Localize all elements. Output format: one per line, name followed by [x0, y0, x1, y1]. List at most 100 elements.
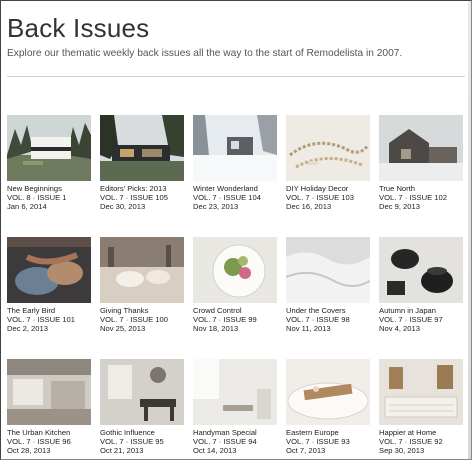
issue-date: Dec 30, 2013 [100, 202, 146, 211]
issue-volume: VOL. 8 · ISSUE 1 [7, 193, 67, 202]
issue-thumbnail[interactable] [100, 359, 184, 425]
page-subtitle: Explore our thematic weekly back issues … [7, 48, 403, 60]
bed-linens-image [286, 237, 370, 303]
issue-thumbnail[interactable] [286, 359, 370, 425]
issue-thumbnail[interactable] [193, 115, 277, 181]
snowy-cabin-image [193, 115, 277, 181]
issue-caption: Editors' Picks: 2013 VOL. 7 · ISSUE 105 … [100, 184, 184, 211]
issue-title-link[interactable]: Handyman Special [193, 428, 277, 437]
issue-date: Oct 21, 2013 [100, 446, 144, 455]
back-issues-page: Back Issues Explore our thematic weekly … [0, 0, 472, 460]
issue-title-link[interactable]: Winter Wonderland [193, 184, 277, 193]
issue-card[interactable]: Happier at Home VOL. 7 · ISSUE 92 Sep 30… [379, 359, 463, 459]
issue-volume: VOL. 7 · ISSUE 93 [286, 437, 350, 446]
knitting-hands-image [7, 237, 91, 303]
issue-card[interactable]: Winter Wonderland VOL. 7 · ISSUE 104 Dec… [193, 115, 277, 235]
issue-thumbnail[interactable] [193, 237, 277, 303]
issue-title-link[interactable]: Autumn in Japan [379, 306, 463, 315]
issue-title-link[interactable]: Happier at Home [379, 428, 463, 437]
issue-date: Sep 30, 2013 [379, 446, 425, 455]
issue-caption: Giving Thanks VOL. 7 · ISSUE 100 Nov 25,… [100, 306, 184, 333]
issue-thumbnail[interactable] [7, 359, 91, 425]
issue-card[interactable]: Crowd Control VOL. 7 · ISSUE 99 Nov 18, … [193, 237, 277, 357]
white-workshop-image [193, 359, 277, 425]
issue-card[interactable]: DIY Holiday Decor VOL. 7 · ISSUE 103 Dec… [286, 115, 370, 235]
issue-date: Jan 6, 2014 [7, 202, 47, 211]
loft-kitchen-image [7, 359, 91, 425]
issue-volume: VOL. 7 · ISSUE 105 [100, 193, 168, 202]
dining-room-image [100, 359, 184, 425]
issue-caption: Under the Covers VOL. 7 · ISSUE 98 Nov 1… [286, 306, 370, 333]
page-header: Back Issues Explore our thematic weekly … [1, 1, 471, 61]
issue-caption: The Urban Kitchen VOL. 7 · ISSUE 96 Oct … [7, 428, 91, 455]
issue-thumbnail[interactable] [286, 115, 370, 181]
issue-caption: The Early Bird VOL. 7 · ISSUE 101 Dec 2,… [7, 306, 91, 333]
table-setting-image [100, 237, 184, 303]
issue-card[interactable]: Editors' Picks: 2013 VOL. 7 · ISSUE 105 … [100, 115, 184, 235]
issue-title-link[interactable]: Eastern Europe [286, 428, 370, 437]
issue-volume: VOL. 7 · ISSUE 97 [379, 315, 443, 324]
issue-thumbnail[interactable] [286, 237, 370, 303]
issue-volume: VOL. 7 · ISSUE 99 [193, 315, 257, 324]
issue-volume: VOL. 7 · ISSUE 102 [379, 193, 447, 202]
beaded-garland-image [286, 115, 370, 181]
issue-title-link[interactable]: The Urban Kitchen [7, 428, 91, 437]
issue-date: Dec 2, 2013 [7, 324, 48, 333]
issue-card[interactable]: Gothic Influence VOL. 7 · ISSUE 95 Oct 2… [100, 359, 184, 459]
issue-thumbnail[interactable] [193, 359, 277, 425]
barn-house-image [379, 115, 463, 181]
issue-card[interactable]: Handyman Special VOL. 7 · ISSUE 94 Oct 1… [193, 359, 277, 459]
issue-thumbnail[interactable] [379, 359, 463, 425]
issue-card[interactable]: The Urban Kitchen VOL. 7 · ISSUE 96 Oct … [7, 359, 91, 459]
issue-thumbnail[interactable] [100, 237, 184, 303]
issue-thumbnail[interactable] [379, 237, 463, 303]
issue-card[interactable]: The Early Bird VOL. 7 · ISSUE 101 Dec 2,… [7, 237, 91, 357]
rug-and-chairs-image [379, 359, 463, 425]
issue-date: Nov 11, 2013 [286, 324, 331, 333]
issue-volume: VOL. 7 · ISSUE 100 [100, 315, 168, 324]
issue-card[interactable]: Giving Thanks VOL. 7 · ISSUE 100 Nov 25,… [100, 237, 184, 357]
issue-caption: DIY Holiday Decor VOL. 7 · ISSUE 103 Dec… [286, 184, 370, 211]
issue-volume: VOL. 7 · ISSUE 103 [286, 193, 354, 202]
issue-thumbnail[interactable] [379, 115, 463, 181]
issue-date: Oct 14, 2013 [193, 446, 237, 455]
issue-title-link[interactable]: New Beginnings [7, 184, 91, 193]
issue-volume: VOL. 7 · ISSUE 95 [100, 437, 164, 446]
issue-date: Nov 18, 2013 [193, 324, 239, 333]
issue-title-link[interactable]: True North [379, 184, 463, 193]
issue-thumbnail[interactable] [7, 115, 91, 181]
issue-title-link[interactable]: Giving Thanks [100, 306, 184, 315]
issue-caption: Winter Wonderland VOL. 7 · ISSUE 104 Dec… [193, 184, 277, 211]
issue-title-link[interactable]: Under the Covers [286, 306, 370, 315]
issue-title-link[interactable]: Editors' Picks: 2013 [100, 184, 184, 193]
issue-volume: VOL. 7 · ISSUE 104 [193, 193, 261, 202]
dark-house-image [100, 115, 184, 181]
bath-tray-image [286, 359, 370, 425]
issue-volume: VOL. 7 · ISSUE 98 [286, 315, 350, 324]
issue-volume: VOL. 7 · ISSUE 94 [193, 437, 257, 446]
issue-card[interactable]: Under the Covers VOL. 7 · ISSUE 98 Nov 1… [286, 237, 370, 357]
issue-date: Oct 28, 2013 [7, 446, 51, 455]
issue-caption: Autumn in Japan VOL. 7 · ISSUE 97 Nov 4,… [379, 306, 463, 333]
issue-title-link[interactable]: Gothic Influence [100, 428, 184, 437]
issue-date: Nov 25, 2013 [100, 324, 146, 333]
issue-card[interactable]: Eastern Europe VOL. 7 · ISSUE 93 Oct 7, … [286, 359, 370, 459]
issue-caption: Handyman Special VOL. 7 · ISSUE 94 Oct 1… [193, 428, 277, 455]
issue-title-link[interactable]: The Early Bird [7, 306, 91, 315]
issue-title-link[interactable]: DIY Holiday Decor [286, 184, 370, 193]
issue-thumbnail[interactable] [100, 115, 184, 181]
tea-kettles-image [379, 237, 463, 303]
issue-caption: Gothic Influence VOL. 7 · ISSUE 95 Oct 2… [100, 428, 184, 455]
issues-grid: New Beginnings VOL. 8 · ISSUE 1 Jan 6, 2… [7, 115, 463, 459]
issue-card[interactable]: True North VOL. 7 · ISSUE 102 Dec 9, 201… [379, 115, 463, 235]
issue-volume: VOL. 7 · ISSUE 101 [7, 315, 75, 324]
issue-thumbnail[interactable] [7, 237, 91, 303]
issue-date: Nov 4, 2013 [379, 324, 420, 333]
modern-house-image [7, 115, 91, 181]
issue-caption: Crowd Control VOL. 7 · ISSUE 99 Nov 18, … [193, 306, 277, 333]
issue-caption: New Beginnings VOL. 8 · ISSUE 1 Jan 6, 2… [7, 184, 91, 211]
issue-title-link[interactable]: Crowd Control [193, 306, 277, 315]
issue-volume: VOL. 7 · ISSUE 92 [379, 437, 443, 446]
issue-card[interactable]: Autumn in Japan VOL. 7 · ISSUE 97 Nov 4,… [379, 237, 463, 357]
issue-card[interactable]: New Beginnings VOL. 8 · ISSUE 1 Jan 6, 2… [7, 115, 91, 235]
